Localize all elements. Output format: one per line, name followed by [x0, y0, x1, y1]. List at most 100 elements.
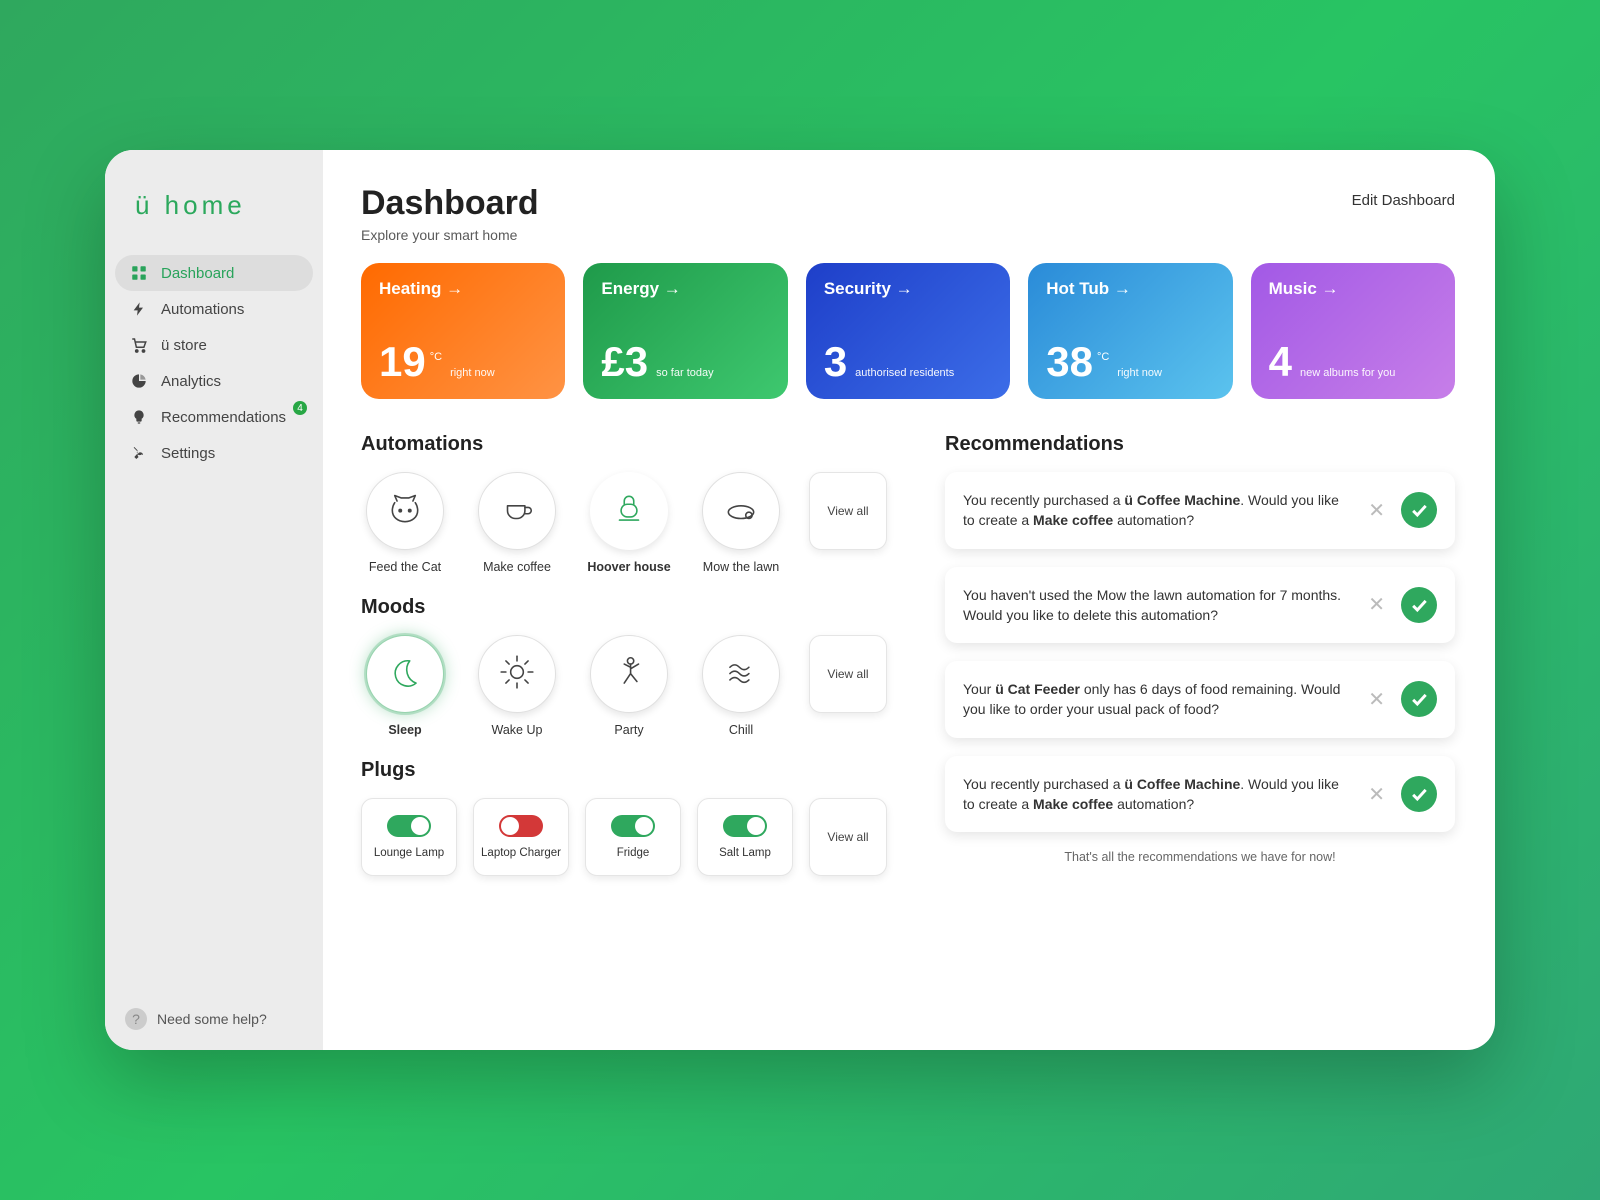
- mood-view-all-button[interactable]: View all: [809, 635, 887, 713]
- dismiss-icon[interactable]: ✕: [1366, 687, 1387, 712]
- card-security[interactable]: Security 3 authorised residents: [806, 263, 1010, 399]
- card-value: 38: [1046, 341, 1093, 383]
- card-title: Hot Tub: [1046, 279, 1214, 299]
- plug-toggle[interactable]: [499, 815, 543, 837]
- card-title: Security: [824, 279, 992, 299]
- mood-item-party: Party: [585, 635, 673, 737]
- automation-label: Mow the lawn: [703, 560, 779, 574]
- mood-label: Sleep: [388, 723, 421, 737]
- page-subtitle: Explore your smart home: [361, 227, 539, 243]
- plug-toggle[interactable]: [387, 815, 431, 837]
- app-window: ü home Dashboard Automations ü store Ana…: [105, 150, 1495, 1050]
- card-title: Heating: [379, 279, 547, 299]
- mood-circle[interactable]: [590, 635, 668, 713]
- card-value: 3: [824, 341, 847, 383]
- card-sub: right now: [1117, 367, 1162, 379]
- sidebar-item-dashboard[interactable]: Dashboard: [115, 255, 313, 291]
- recommendation-text: Your ü Cat Feeder only has 6 days of foo…: [963, 679, 1352, 720]
- card-sub: right now: [450, 367, 495, 379]
- automation-view-all-button[interactable]: View all: [809, 472, 887, 550]
- automations-heading: Automations: [361, 433, 905, 456]
- card-value: £3: [601, 341, 648, 383]
- dance-icon: [610, 653, 648, 696]
- recommendations-list: You recently purchased a ü Coffee Machin…: [945, 472, 1455, 832]
- card-sub: authorised residents: [855, 367, 954, 379]
- help-link[interactable]: ? Need some help?: [105, 988, 323, 1050]
- help-icon: ?: [125, 1008, 147, 1030]
- dismiss-icon[interactable]: ✕: [1366, 782, 1387, 807]
- plug-label: Lounge Lamp: [374, 847, 444, 859]
- plug-label: Laptop Charger: [481, 847, 561, 859]
- plug-salt-lamp[interactable]: Salt Lamp: [697, 798, 793, 876]
- mood-item-wake-up: Wake Up: [473, 635, 561, 737]
- sidebar-item-label: Recommendations: [161, 409, 286, 426]
- sidebar-nav: Dashboard Automations ü store Analytics …: [105, 251, 323, 475]
- sidebar-item-automations[interactable]: Automations: [115, 291, 313, 327]
- recommendation-text: You recently purchased a ü Coffee Machin…: [963, 490, 1352, 531]
- plug-toggle[interactable]: [723, 815, 767, 837]
- plug-laptop-charger[interactable]: Laptop Charger: [473, 798, 569, 876]
- plug-lounge-lamp[interactable]: Lounge Lamp: [361, 798, 457, 876]
- sidebar-item-label: Analytics: [161, 373, 221, 390]
- card-heating[interactable]: Heating 19 °C right now: [361, 263, 565, 399]
- card-unit: °C: [430, 351, 442, 363]
- automation-circle[interactable]: [366, 472, 444, 550]
- dismiss-icon[interactable]: ✕: [1366, 592, 1387, 617]
- automation-circle[interactable]: [590, 472, 668, 550]
- recommendation-text: You recently purchased a ü Coffee Machin…: [963, 774, 1352, 815]
- accept-button[interactable]: [1401, 681, 1437, 717]
- automation-item-make-coffee: Make coffee: [473, 472, 561, 574]
- wrench-icon: [129, 443, 149, 463]
- cat-icon: [386, 490, 424, 533]
- mower-icon: [722, 490, 760, 533]
- dashboard-icon: [129, 263, 149, 283]
- card-music[interactable]: Music 4 new albums for you: [1251, 263, 1455, 399]
- mood-circle[interactable]: [366, 635, 444, 713]
- card-sub: so far today: [656, 367, 713, 379]
- mood-item-chill: Chill: [697, 635, 785, 737]
- main-content: Dashboard Explore your smart home Edit D…: [323, 150, 1495, 1050]
- dismiss-icon[interactable]: ✕: [1366, 498, 1387, 523]
- plug-toggle[interactable]: [611, 815, 655, 837]
- plug-fridge[interactable]: Fridge: [585, 798, 681, 876]
- plugs-view-all-button[interactable]: View all: [809, 798, 887, 876]
- automation-label: Make coffee: [483, 560, 551, 574]
- vacuum-icon: [610, 490, 648, 533]
- bolt-icon: [129, 299, 149, 319]
- edit-dashboard-link[interactable]: Edit Dashboard: [1352, 192, 1455, 209]
- sidebar-item-recommendations[interactable]: Recommendations4: [115, 399, 313, 435]
- accept-button[interactable]: [1401, 587, 1437, 623]
- automation-item-feed-the-cat: Feed the Cat: [361, 472, 449, 574]
- moods-heading: Moods: [361, 596, 905, 619]
- moods-row: Sleep Wake Up Party Chill View all: [361, 635, 905, 737]
- right-column: Recommendations You recently purchased a…: [945, 427, 1455, 876]
- sidebar-item-settings[interactable]: Settings: [115, 435, 313, 471]
- cart-icon: [129, 335, 149, 355]
- recommendations-footer: That's all the recommendations we have f…: [945, 850, 1455, 864]
- card-value: 19: [379, 341, 426, 383]
- sidebar-item--store[interactable]: ü store: [115, 327, 313, 363]
- accept-button[interactable]: [1401, 492, 1437, 528]
- waves-icon: [722, 653, 760, 696]
- mood-label: Wake Up: [492, 723, 543, 737]
- plugs-row: Lounge Lamp Laptop Charger Fridge Salt L…: [361, 798, 905, 876]
- card-hottub[interactable]: Hot Tub 38 °C right now: [1028, 263, 1232, 399]
- recommendation-card: You recently purchased a ü Coffee Machin…: [945, 472, 1455, 549]
- sidebar: ü home Dashboard Automations ü store Ana…: [105, 150, 323, 1050]
- sidebar-item-analytics[interactable]: Analytics: [115, 363, 313, 399]
- automations-row: Feed the Cat Make coffee Hoover house Mow t…: [361, 472, 905, 574]
- recommendation-text: You haven't used the Mow the lawn automa…: [963, 585, 1352, 626]
- mood-label: Chill: [729, 723, 753, 737]
- moon-icon: [386, 653, 424, 696]
- card-value: 4: [1269, 341, 1292, 383]
- left-column: Automations Feed the Cat Make coffee Hoove…: [361, 427, 905, 876]
- automation-circle[interactable]: [478, 472, 556, 550]
- mood-item-sleep: Sleep: [361, 635, 449, 737]
- automation-item-hoover-house: Hoover house: [585, 472, 673, 574]
- automation-label: Hoover house: [587, 560, 670, 574]
- mood-circle[interactable]: [702, 635, 780, 713]
- automation-circle[interactable]: [702, 472, 780, 550]
- accept-button[interactable]: [1401, 776, 1437, 812]
- mood-circle[interactable]: [478, 635, 556, 713]
- card-energy[interactable]: Energy £3 so far today: [583, 263, 787, 399]
